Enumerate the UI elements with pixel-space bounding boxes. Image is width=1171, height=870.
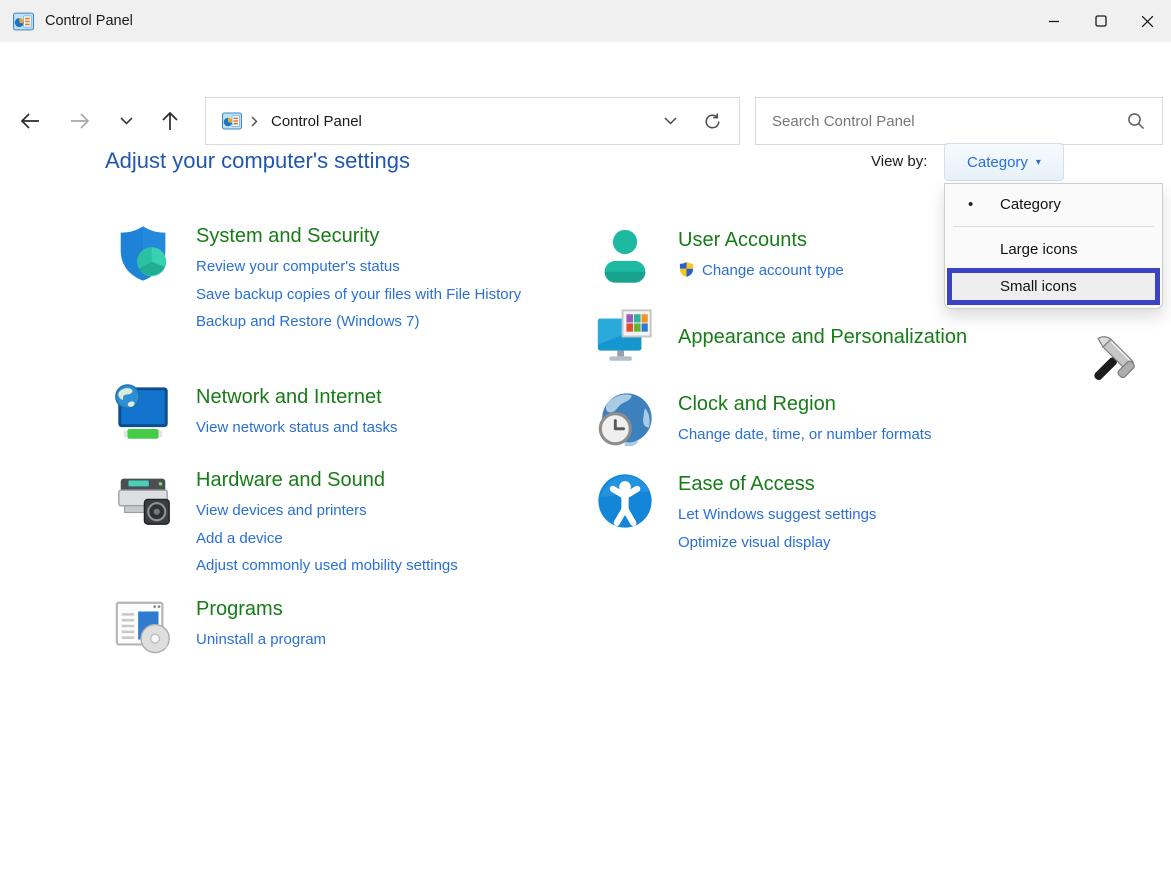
category-programs: Programs Uninstall a program xyxy=(112,595,538,657)
task-link-label: Optimize visual display xyxy=(678,534,831,551)
control-panel-breadcrumb-icon xyxy=(222,111,242,131)
task-link-uninstall-a-program[interactable]: Uninstall a program xyxy=(196,626,538,654)
printer-speaker-icon[interactable] xyxy=(112,466,174,528)
category-appearance-and-personalization: Appearance and Personalization xyxy=(594,306,1108,368)
back-button[interactable] xyxy=(10,101,50,141)
hammer-icon xyxy=(1080,336,1138,394)
menu-item-small-icons[interactable]: Small icons xyxy=(947,268,1160,305)
task-link-optimize-visual-display[interactable]: Optimize visual display xyxy=(678,529,1108,557)
task-link-add-a-device[interactable]: Add a device xyxy=(196,525,546,553)
shield-icon[interactable] xyxy=(112,222,174,284)
titlebar: Control Panel xyxy=(0,0,1171,42)
window-controls xyxy=(1030,0,1171,42)
category-title-appearance-and-personalization[interactable]: Appearance and Personalization xyxy=(678,323,1108,352)
breadcrumb-chevron-icon xyxy=(251,116,258,127)
category-title-ease-of-access[interactable]: Ease of Access xyxy=(678,470,1108,499)
uac-shield-icon xyxy=(678,261,697,278)
page-title: Adjust your computer's settings xyxy=(105,148,410,174)
minimize-button[interactable] xyxy=(1030,0,1077,42)
program-disc-icon[interactable] xyxy=(112,595,174,657)
breadcrumb[interactable]: Control Panel xyxy=(271,113,362,130)
selected-bullet-icon: • xyxy=(968,184,973,225)
task-link-label: Let Windows suggest settings xyxy=(678,506,876,523)
task-link-label: Add a device xyxy=(196,530,283,547)
category-title-programs[interactable]: Programs xyxy=(196,595,538,624)
menu-item-large-icons[interactable]: Large icons xyxy=(945,231,1162,268)
category-title-network-and-internet[interactable]: Network and Internet xyxy=(196,383,538,412)
menu-item-label: Small icons xyxy=(1000,278,1077,295)
forward-button[interactable] xyxy=(60,101,100,141)
task-link-label: View network status and tasks xyxy=(196,419,398,436)
close-button[interactable] xyxy=(1124,0,1171,42)
address-dropdown-chevron-icon[interactable] xyxy=(649,101,691,141)
task-link-label: Backup and Restore (Windows 7) xyxy=(196,313,419,330)
task-link-label: Change date, time, or number formats xyxy=(678,426,931,443)
category-system-and-security: System and Security Review your computer'… xyxy=(112,222,538,336)
search-box xyxy=(755,97,1163,145)
menu-item-label: Large icons xyxy=(1000,241,1078,258)
toolbar: Control Panel xyxy=(0,42,1171,108)
task-link-view-network-status-and-tasks[interactable]: View network status and tasks xyxy=(196,414,538,442)
view-by-label: View by: xyxy=(871,153,927,170)
user-icon[interactable] xyxy=(594,226,656,288)
search-icon[interactable] xyxy=(1127,112,1145,130)
category-title-clock-and-region[interactable]: Clock and Region xyxy=(678,390,1108,419)
recent-locations-chevron-icon[interactable] xyxy=(106,101,146,141)
caret-down-icon: ▾ xyxy=(1036,157,1041,168)
refresh-button[interactable] xyxy=(691,101,733,141)
menu-item-label: Category xyxy=(1000,196,1061,213)
category-clock-and-region: Clock and Region Change date, time, or nu… xyxy=(594,390,1108,452)
task-link-adjust-commonly-used-mobility-settings[interactable]: Adjust commonly used mobility settings xyxy=(196,552,546,580)
task-link-label: Change account type xyxy=(702,262,844,279)
display-personalization-icon[interactable] xyxy=(594,306,656,368)
category-network-and-internet: Network and Internet View network status … xyxy=(112,383,538,445)
task-link-label: Review your computer's status xyxy=(196,258,400,275)
network-monitor-icon[interactable] xyxy=(112,383,174,445)
accessibility-icon[interactable] xyxy=(594,470,656,532)
search-input[interactable] xyxy=(756,113,1127,130)
view-by-value: Category xyxy=(967,154,1028,171)
task-link-save-backup-copies-of-your-files-with-file-history[interactable]: Save backup copies of your files with Fi… xyxy=(196,281,538,309)
menu-separator xyxy=(953,226,1154,227)
up-button[interactable] xyxy=(150,101,190,141)
category-title-hardware-and-sound[interactable]: Hardware and Sound xyxy=(196,466,546,495)
task-link-label: Save backup copies of your files with Fi… xyxy=(196,286,521,303)
task-link-label: Adjust commonly used mobility settings xyxy=(196,557,458,574)
category-ease-of-access: Ease of Access Let Windows suggest settin… xyxy=(594,470,1108,556)
task-link-label: Uninstall a program xyxy=(196,631,326,648)
window-title: Control Panel xyxy=(45,13,133,29)
task-link-review-your-computer-s-status[interactable]: Review your computer's status xyxy=(196,253,538,281)
view-by-dropdown[interactable]: Category ▾ xyxy=(944,143,1064,181)
maximize-button[interactable] xyxy=(1077,0,1124,42)
category-title-system-and-security[interactable]: System and Security xyxy=(196,222,538,251)
task-link-change-date-time-or-number-formats[interactable]: Change date, time, or number formats xyxy=(678,421,1108,449)
task-link-label: View devices and printers xyxy=(196,502,367,519)
control-panel-icon xyxy=(13,11,34,32)
address-bar[interactable]: Control Panel xyxy=(205,97,740,145)
category-hardware-and-sound: Hardware and Sound View devices and print… xyxy=(112,466,546,580)
menu-item-category[interactable]: • Category xyxy=(945,184,1162,225)
task-link-view-devices-and-printers[interactable]: View devices and printers xyxy=(196,497,546,525)
view-by-menu: • Category Large icons Small icons xyxy=(944,183,1163,309)
task-link-let-windows-suggest-settings[interactable]: Let Windows suggest settings xyxy=(678,501,1108,529)
task-link-backup-and-restore-windows-7[interactable]: Backup and Restore (Windows 7) xyxy=(196,308,538,336)
globe-clock-icon[interactable] xyxy=(594,390,656,452)
